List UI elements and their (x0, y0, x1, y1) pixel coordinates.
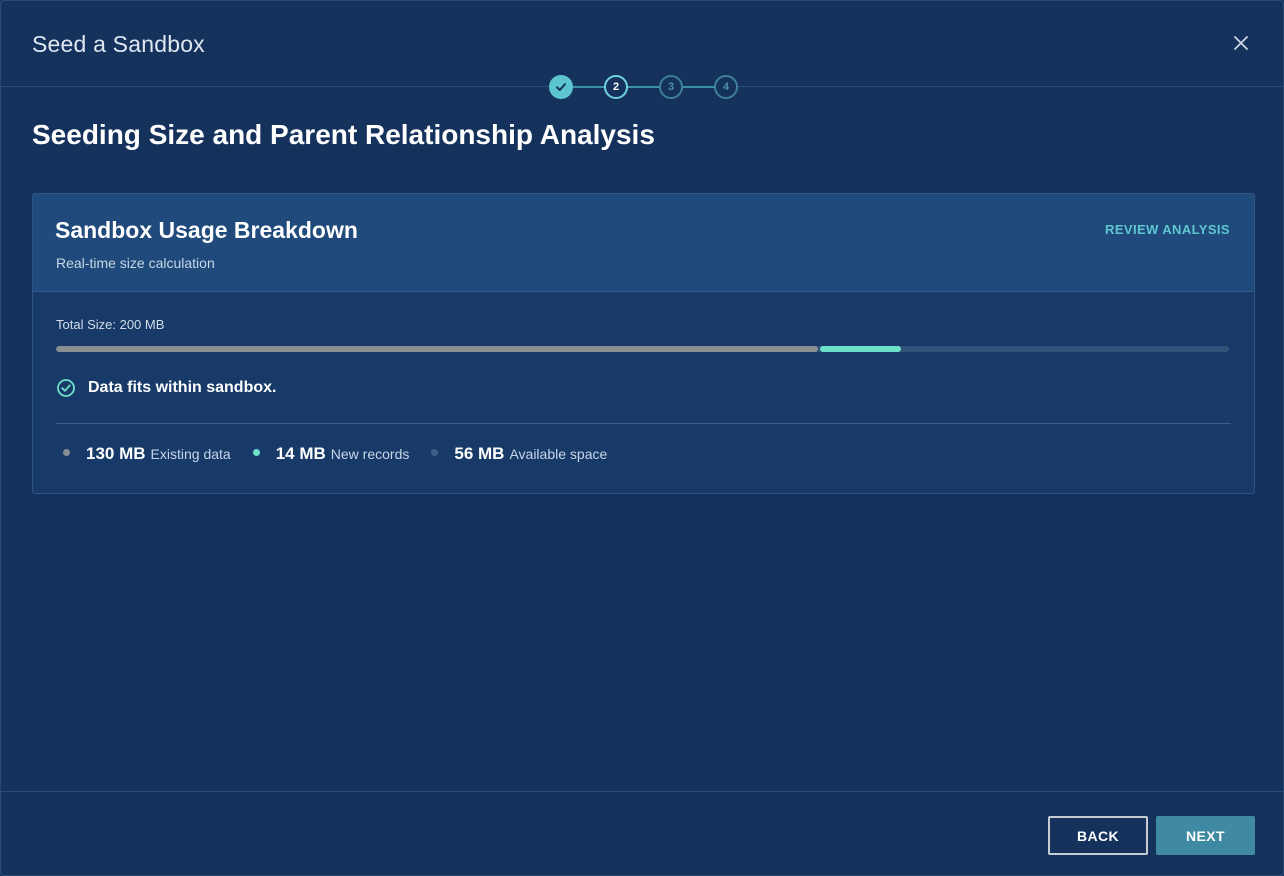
step-4[interactable]: 4 (714, 75, 738, 99)
usage-breakdown-card: Sandbox Usage Breakdown Real-time size c… (32, 193, 1255, 494)
legend-value: 56 MB (454, 444, 505, 463)
legend-label: Existing data (150, 446, 231, 462)
wizard-stepper: 2 3 4 (549, 75, 739, 99)
total-size-label: Total Size: 200 MB (56, 317, 165, 332)
usage-bar-existing (56, 346, 819, 352)
back-button[interactable]: BACK (1048, 816, 1148, 855)
available-dot-icon (431, 449, 439, 456)
divider (56, 423, 1231, 424)
step-connector (681, 86, 715, 88)
close-button[interactable] (1229, 31, 1253, 55)
usage-progress-bar (56, 346, 1229, 352)
legend-item-existing: 130 MB Existing data (63, 444, 231, 464)
close-icon (1234, 36, 1248, 50)
legend-label: New records (330, 446, 410, 462)
legend-item-available: 56 MB Available space (431, 444, 607, 464)
legend-label: Available space (509, 446, 608, 462)
legend-value: 130 MB (86, 444, 146, 463)
checkmark-icon (556, 83, 566, 91)
step-2-current[interactable]: 2 (604, 75, 628, 99)
card-title: Sandbox Usage Breakdown (55, 217, 358, 243)
usage-bar-new (820, 346, 901, 352)
page-title: Seeding Size and Parent Relationship Ana… (32, 119, 655, 150)
card-subtitle: Real-time size calculation (56, 255, 215, 271)
fit-status-text: Data fits within sandbox. (88, 379, 277, 396)
modal-footer: BACK NEXT (1, 791, 1283, 876)
check-circle-icon (57, 379, 75, 397)
usage-legend: 130 MB Existing data 14 MB New records 5… (63, 444, 629, 468)
new-dot-icon (252, 449, 260, 456)
modal-title: Seed a Sandbox (32, 31, 205, 57)
step-connector (626, 86, 660, 88)
step-3[interactable]: 3 (659, 75, 683, 99)
next-button[interactable]: NEXT (1156, 816, 1255, 855)
review-analysis-link[interactable]: REVIEW ANALYSIS (1105, 222, 1230, 237)
step-connector (571, 86, 605, 88)
step-1-complete[interactable] (549, 75, 573, 99)
legend-item-new: 14 MB New records (252, 444, 410, 464)
card-header: Sandbox Usage Breakdown Real-time size c… (33, 194, 1254, 292)
fit-status: Data fits within sandbox. (56, 377, 276, 399)
seed-sandbox-modal: Seed a Sandbox 2 3 4 Seeding Size and Pa… (0, 0, 1284, 876)
existing-dot-icon (63, 449, 70, 456)
legend-value: 14 MB (275, 444, 326, 463)
